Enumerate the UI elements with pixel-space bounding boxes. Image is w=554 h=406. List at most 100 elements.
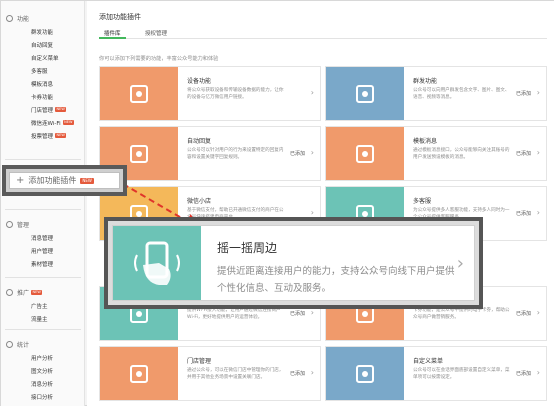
main-panel: 添加功能插件 插件库 授权管理 你可以添加下列需要的功能，丰富公众号能力和体验 …: [87, 1, 554, 406]
new-badge: NEW: [55, 133, 67, 138]
sidebar-item-label: 接口分析: [31, 394, 54, 401]
plugin-status: 已添加: [516, 91, 532, 97]
sidebar-group-title: 推广 NEW: [1, 285, 85, 299]
sidebar-item-label: 用户分析: [31, 355, 54, 362]
users-icon: [326, 67, 404, 120]
sidebar-item[interactable]: 用户管理: [1, 244, 85, 257]
plugin-card[interactable]: 门店管理通过公众号，可以在微信门店中管理你的门店，并用于其他业务场景中设置关联门…: [99, 346, 321, 401]
sidebar-item[interactable]: 图文分析: [1, 364, 85, 377]
sidebar-item[interactable]: 消息分析: [1, 377, 85, 390]
page-title: 添加功能插件: [99, 13, 141, 21]
sidebar-item-label: 模板消息: [31, 81, 54, 88]
plugin-card-desc: 通过公众号，可以在微信门店中管理你的门店，并用于其他业务场景中设置关联门店。: [187, 368, 284, 380]
plugin-card-desc: 将公众号获取设备和传输设备数据的能力，让你的设备与亿万微信用户链接。: [187, 88, 284, 100]
sidebar-item-label: 自定义菜单: [31, 55, 59, 62]
plugin-status: 已添加: [516, 211, 532, 217]
chevron-right-icon: ›: [536, 208, 540, 217]
plugin-card-title: 门店管理: [187, 358, 212, 365]
new-badge: NEW: [55, 107, 67, 112]
add-plugin-button[interactable]: + 添加功能插件 NEW: [9, 172, 120, 189]
plugin-status: 已添加: [516, 371, 532, 377]
sidebar-item[interactable]: 流量主: [1, 312, 85, 325]
shake-feature-title: 摇一摇周边: [217, 241, 278, 255]
shake-feature-card[interactable]: 摇一摇周边 提供近距离连接用户的能力，支持公众号向线下用户提供个性化信息、互动及…: [112, 225, 475, 301]
sidebar-group-title: 功能: [1, 11, 85, 25]
sidebar-item[interactable]: 广告主: [1, 299, 85, 312]
sidebar-item[interactable]: 自动回复: [1, 38, 85, 51]
sidebar-item[interactable]: 卡券功能: [1, 90, 85, 103]
sidebar-item-label: 投票管理: [31, 133, 54, 140]
sidebar-divider: [5, 329, 81, 330]
plugin-card-title: 多客服: [413, 198, 432, 205]
intro-text: 你可以添加下列需要的功能，丰富公众号能力和体验: [99, 56, 219, 62]
sidebar-item[interactable]: 用户分析: [1, 351, 85, 364]
plugin-card-desc: 公众号可以在会话界面底部设置自定义菜单，菜单项可以按需设定。: [413, 368, 510, 380]
group-icon: [6, 14, 13, 22]
sidebar-divider: [5, 209, 81, 210]
chevron-right-icon: ›: [310, 88, 314, 97]
chevron-right-icon: ›: [310, 308, 314, 317]
plugin-card-desc: 通过模板消息接口，公众号能够向关注其账号的用户发送预设模板的消息。: [413, 148, 510, 160]
plugin-card-title: 自定义菜单: [413, 358, 444, 365]
sidebar-item-label: 自动回复: [31, 42, 54, 49]
plugin-status: 已添加: [516, 311, 532, 317]
plugin-card[interactable]: 自动回复 公众号可以针对用户的行为来设置特定的回复内容和设置关键字回复规则。 已添加…: [99, 126, 321, 181]
sidebar-item[interactable]: 模板消息: [1, 77, 85, 90]
chevron-right-icon: ›: [310, 148, 314, 157]
plugin-card-title: 模板消息: [413, 138, 438, 145]
add-plugin-label: 添加功能插件: [28, 176, 77, 185]
shake-feature-desc: 提供近距离连接用户的能力，支持公众号向线下用户提供个性化信息、互动及服务。: [217, 266, 455, 294]
chevron-right-icon: ›: [310, 208, 314, 217]
sidebar-divider: [5, 277, 81, 278]
sidebar-item-label: 素材管理: [31, 261, 54, 268]
tab-authorization[interactable]: 授权管理: [145, 29, 167, 37]
shake-feature-callout: 摇一摇周边 提供近距离连接用户的能力，支持公众号向线下用户提供个性化信息、互动及…: [104, 217, 483, 309]
sidebar-item-label: 卡券功能: [31, 94, 54, 101]
sidebar-item[interactable]: 门店管理 NEW: [1, 103, 85, 116]
group-icon: [6, 220, 13, 228]
tab-plugin-library[interactable]: 插件库: [104, 29, 121, 37]
template-icon: [326, 127, 404, 180]
sidebar-item[interactable]: 投票管理 NEW: [1, 129, 85, 142]
sidebar-item[interactable]: 微信连Wi-Fi NEW: [1, 116, 85, 129]
plugin-card[interactable]: 模板消息 通过模板消息接口，公众号能够向关注其账号的用户发送预设模板的消息。 已添加…: [325, 126, 547, 181]
wechat-admin-window: 功能 群发功能 自动回复 自定义菜单 多客服 模板消息 卡券功能 门店管理 NEW 微信连Wi-F…: [0, 0, 554, 406]
menu-icon: [326, 347, 404, 400]
plugin-card[interactable]: 设备功能 将公众号获取设备和传输设备数据的能力，让你的设备与亿万微信用户链接。 ›: [99, 66, 321, 121]
sidebar-item-label: 微信连Wi-Fi: [31, 120, 61, 127]
sidebar-group-label: 功能: [17, 15, 30, 23]
sidebar-item-label: 消息分析: [31, 381, 54, 388]
shake-phone-icon: [113, 226, 201, 300]
chevron-right-icon: ›: [310, 368, 314, 377]
plugin-card[interactable]: 自定义菜单 公众号可以在会话界面底部设置自定义菜单，菜单项可以按需设定。 已添加 ›: [325, 346, 547, 401]
sidebar-item[interactable]: 群发功能: [1, 25, 85, 38]
sidebar-item[interactable]: 消息管理: [1, 231, 85, 244]
tab-bar: 插件库 授权管理: [99, 27, 547, 39]
sidebar-item[interactable]: 多客服: [1, 64, 85, 77]
store-icon: [100, 347, 178, 400]
sidebar-item-label: 消息管理: [31, 235, 54, 242]
sidebar-item-label: 图文分析: [31, 368, 54, 375]
device-icon: [100, 67, 178, 120]
plugin-card-desc: 提供Wi-Fi接入功能，让用户通过微信连接商户Wi-Fi，更好地提供用户的运营体…: [187, 308, 281, 320]
new-badge: NEW: [31, 289, 43, 295]
sidebar-item-label: 广告主: [31, 303, 48, 310]
sidebar-group-title: 管理: [1, 217, 85, 231]
plugin-card-title: 微信小店: [187, 198, 212, 205]
plugin-card-desc: 公众号可以针对用户的行为来设置特定的回复内容和设置关键字回复规则。: [187, 148, 284, 160]
sidebar-group-label: 统计: [17, 341, 30, 349]
plugin-card[interactable]: 群发功能 公众号可以向用户群发包含文字、图片、图文、语音、视频等消息。 已添加 ›: [325, 66, 547, 121]
new-badge: NEW: [80, 177, 94, 184]
chevron-right-icon: ›: [536, 308, 540, 317]
plugin-card-title: 群发功能: [413, 78, 438, 85]
sidebar-item[interactable]: 素材管理: [1, 257, 85, 270]
sidebar-item-label: 用户管理: [31, 248, 54, 255]
sidebar-group-title: 统计: [1, 337, 85, 351]
plugin-card-desc: 卡券功能，是公众号中提供的电子卡券，帮助公众号商户做营销服务。: [413, 308, 510, 320]
chevron-right-icon: ›: [456, 253, 464, 274]
sidebar-item-label: 门店管理: [31, 107, 54, 114]
sidebar-item-label: 流量主: [31, 316, 48, 323]
sidebar-item[interactable]: 接口分析: [1, 390, 85, 403]
sidebar-item[interactable]: 自定义菜单: [1, 51, 85, 64]
new-badge: NEW: [62, 120, 74, 125]
